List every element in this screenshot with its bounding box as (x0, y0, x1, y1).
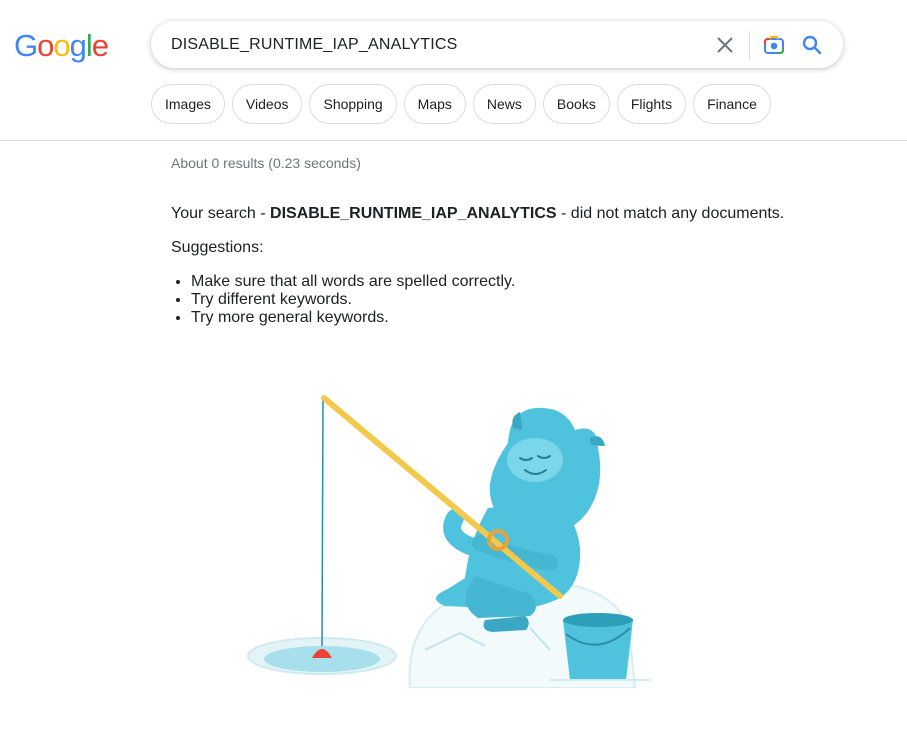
search-divider (749, 31, 750, 60)
fishing-line (321, 395, 324, 647)
clear-search-button[interactable] (713, 33, 737, 57)
yeti-fishing-illustration (247, 395, 650, 688)
search-box: DISABLE_RUNTIME_IAP_ANALYTICS (151, 21, 843, 68)
no-results-query: DISABLE_RUNTIME_IAP_ANALYTICS (270, 205, 557, 222)
suggestion-item: Make sure that all words are spelled cor… (191, 273, 515, 291)
tab-maps[interactable]: Maps (403, 84, 466, 124)
tab-news[interactable]: News (472, 84, 536, 124)
header-divider (0, 140, 907, 141)
result-stats: About 0 results (0.23 seconds) (171, 155, 361, 171)
tab-images[interactable]: Images (151, 84, 225, 124)
logo-letter: e (91, 28, 109, 63)
tab-flights[interactable]: Flights (616, 84, 687, 124)
search-input[interactable]: DISABLE_RUNTIME_IAP_ANALYTICS (171, 21, 457, 68)
close-icon (717, 37, 733, 53)
search-icon (802, 35, 822, 55)
tab-books[interactable]: Books (542, 84, 610, 124)
no-results-prefix: Your search - (171, 205, 271, 222)
search-tabs: Images Videos Shopping Maps News Books F… (151, 84, 771, 124)
tab-shopping[interactable]: Shopping (309, 84, 397, 124)
suggestions-title: Suggestions: (171, 239, 264, 256)
tab-videos[interactable]: Videos (231, 84, 303, 124)
no-results-suffix: - did not match any documents. (556, 205, 785, 222)
logo-letter: o (53, 28, 70, 63)
search-by-image-button[interactable] (761, 32, 787, 58)
suggestion-item: Try different keywords. (191, 291, 515, 309)
suggestion-item: Try more general keywords. (191, 309, 515, 327)
no-results-message: Your search - DISABLE_RUNTIME_IAP_ANALYT… (171, 205, 784, 223)
tab-finance[interactable]: Finance (693, 84, 771, 124)
suggestions-list: Make sure that all words are spelled cor… (191, 273, 515, 327)
search-button[interactable] (799, 32, 825, 58)
logo-letter: o (37, 28, 54, 63)
camera-lens-icon (764, 36, 784, 54)
logo-letter: g (69, 28, 87, 63)
google-logo[interactable]: Google (14, 28, 109, 64)
logo-letter: G (14, 28, 38, 63)
